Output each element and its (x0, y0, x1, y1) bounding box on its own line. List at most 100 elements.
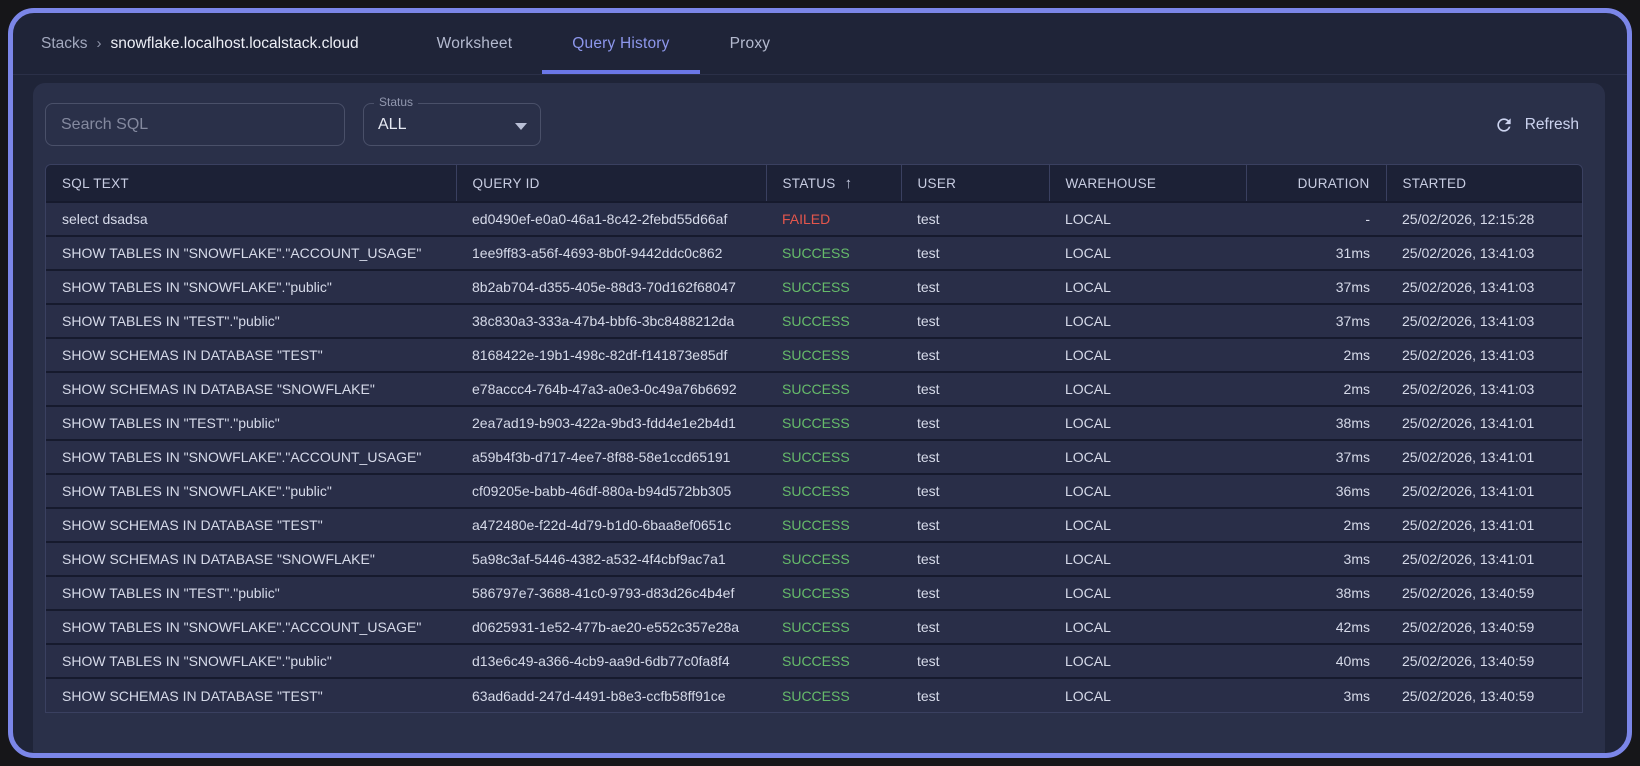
breadcrumb-current-stack: snowflake.localhost.localstack.cloud (110, 34, 359, 52)
refresh-button-label: Refresh (1524, 115, 1579, 133)
cell-sql: SHOW TABLES IN "TEST"."public" (62, 313, 280, 329)
cell-duration: 42ms (1335, 619, 1370, 635)
cell-warehouse: LOCAL (1065, 211, 1111, 227)
cell-query_id: 63ad6add-247d-4491-b8e3-ccfb58ff91ce (472, 687, 726, 704)
cell-user: test (917, 279, 940, 295)
cell-user: test (917, 687, 940, 704)
cell-user: test (917, 211, 940, 227)
tab-proxy[interactable]: Proxy (700, 13, 801, 74)
table-row[interactable]: SHOW TABLES IN "TEST"."public" 2ea7ad19-b… (46, 406, 1582, 440)
cell-user: test (917, 347, 940, 363)
cell-warehouse: LOCAL (1065, 653, 1111, 669)
cell-query_id: 586797e7-3688-41c0-9793-d83d26c4b4ef (472, 585, 735, 601)
cell-status: SUCCESS (782, 517, 850, 533)
column-header-duration: DURATION (1245, 165, 1386, 202)
table-row[interactable]: SHOW TABLES IN "SNOWFLAKE"."ACCOUNT_USAG… (46, 610, 1582, 644)
cell-status: SUCCESS (782, 415, 850, 431)
cell-user: test (917, 585, 940, 601)
cell-sql: SHOW TABLES IN "SNOWFLAKE"."public" (62, 653, 332, 669)
cell-query_id: d13e6c49-a366-4cb9-aa9d-6db77c0fa8f4 (472, 653, 730, 669)
table-row[interactable]: SHOW TABLES IN "TEST"."public" 586797e7-3… (46, 576, 1582, 610)
cell-status: FAILED (782, 211, 831, 227)
tab-label: Proxy (729, 34, 771, 52)
cell-duration: 37ms (1335, 279, 1370, 295)
cell-duration: 36ms (1335, 483, 1370, 499)
cell-warehouse: LOCAL (1065, 449, 1111, 465)
cell-started: 25/02/2026, 13:41:01 (1402, 483, 1535, 499)
query-history-table: SQL TEXT QUERY ID STATUS ↑ USER WAREHOUSE DURA… (45, 164, 1583, 713)
cell-warehouse: LOCAL (1065, 585, 1111, 601)
table-row[interactable]: SHOW TABLES IN "TEST"."public" 38c830a3-3… (46, 304, 1582, 338)
cell-sql: select dsadsa (62, 211, 148, 227)
cell-started: 25/02/2026, 13:41:03 (1402, 279, 1535, 295)
cell-query_id: e78accc4-764b-47a3-a0e3-0c49a76b6692 (472, 381, 737, 397)
cell-warehouse: LOCAL (1065, 483, 1111, 499)
breadcrumb-stacks-link[interactable]: Stacks (41, 35, 88, 53)
column-header-started: STARTED (1385, 165, 1582, 202)
cell-status: SUCCESS (782, 245, 850, 261)
column-header-label: WAREHOUSE (1065, 175, 1157, 191)
column-header-user: USER (900, 165, 1049, 202)
table-row[interactable]: SHOW SCHEMAS IN DATABASE "TEST" 8168422e-… (46, 338, 1582, 372)
tab-bar: Worksheet Query History Proxy (407, 13, 801, 74)
cell-warehouse: LOCAL (1065, 619, 1111, 635)
status-filter-value: ALL (378, 115, 407, 133)
cell-started: 25/02/2026, 13:40:59 (1402, 619, 1535, 635)
cell-sql: SHOW TABLES IN "SNOWFLAKE"."public" (62, 279, 332, 295)
status-filter-select[interactable]: Status ALL (363, 95, 541, 146)
cell-duration: 2ms (1343, 517, 1370, 533)
cell-started: 25/02/2026, 13:41:03 (1402, 313, 1535, 329)
cell-status: SUCCESS (782, 449, 850, 465)
cell-query_id: d0625931-1e52-477b-ae20-e552c357e28a (472, 619, 740, 635)
table-row[interactable]: SHOW SCHEMAS IN DATABASE "SNOWFLAKE" 5a98… (46, 542, 1582, 576)
table-row[interactable]: SHOW TABLES IN "SNOWFLAKE"."public" d13e6… (46, 644, 1582, 678)
table-row[interactable]: SHOW SCHEMAS IN DATABASE "TEST" a472480e-… (46, 508, 1582, 542)
cell-query_id: a472480e-f22d-4d79-b1d0-6baa8ef0651c (472, 517, 732, 533)
cell-status: SUCCESS (782, 653, 850, 669)
cell-user: test (917, 483, 940, 499)
cell-user: test (917, 449, 940, 465)
refresh-button[interactable]: Refresh (1490, 109, 1583, 141)
cell-warehouse: LOCAL (1065, 517, 1111, 533)
cell-user: test (917, 653, 940, 669)
cell-status: SUCCESS (782, 279, 850, 295)
cell-started: 25/02/2026, 13:41:01 (1402, 551, 1535, 567)
table-row[interactable]: SHOW TABLES IN "SNOWFLAKE"."public" cf092… (46, 474, 1582, 508)
cell-duration: 37ms (1335, 449, 1370, 465)
table-row[interactable]: SHOW TABLES IN "SNOWFLAKE"."ACCOUNT_USAG… (46, 440, 1582, 474)
top-bar: Stacks › snowflake.localhost.localstack.… (13, 13, 1627, 75)
active-tab-indicator (542, 70, 700, 74)
cell-started: 25/02/2026, 13:40:59 (1402, 687, 1535, 704)
table-row[interactable]: SHOW SCHEMAS IN DATABASE "TEST" 63ad6add-… (46, 678, 1582, 712)
cell-warehouse: LOCAL (1065, 313, 1111, 329)
column-header-label: STARTED (1402, 175, 1467, 191)
toolbar: Status ALL Refresh (33, 83, 1605, 164)
column-header-query_id: QUERY ID (455, 165, 766, 202)
cell-status: SUCCESS (782, 313, 850, 329)
column-header-label: QUERY ID (472, 175, 540, 191)
cell-sql: SHOW TABLES IN "SNOWFLAKE"."ACCOUNT_USAG… (62, 619, 422, 635)
query-history-panel: Status ALL Refresh SQL TEXT QUERY ID STATU… (33, 83, 1605, 753)
cell-warehouse: LOCAL (1065, 415, 1111, 431)
tab-query-history[interactable]: Query History (542, 13, 700, 74)
column-header-status[interactable]: STATUS ↑ (765, 165, 901, 202)
cell-duration: - (1365, 211, 1370, 227)
search-sql-input[interactable] (45, 103, 345, 146)
cell-query_id: 8b2ab704-d355-405e-88d3-70d162f68047 (472, 279, 736, 295)
cell-user: test (917, 619, 940, 635)
cell-user: test (917, 381, 940, 397)
table-row[interactable]: SHOW TABLES IN "SNOWFLAKE"."public" 8b2ab… (46, 270, 1582, 304)
cell-query_id: 8168422e-19b1-498c-82df-f141873e85df (472, 347, 728, 363)
cell-query_id: 38c830a3-333a-47b4-bbf6-3bc8488212da (472, 313, 735, 329)
cell-duration: 38ms (1335, 585, 1370, 601)
table-row[interactable]: SHOW SCHEMAS IN DATABASE "SNOWFLAKE" e78a… (46, 372, 1582, 406)
cell-status: SUCCESS (782, 687, 850, 704)
cell-duration: 31ms (1335, 245, 1370, 261)
table-row[interactable]: select dsadsa ed0490ef-e0a0-46a1-8c42-2fe… (46, 202, 1582, 236)
cell-sql: SHOW SCHEMAS IN DATABASE "TEST" (62, 517, 323, 533)
column-header-warehouse: WAREHOUSE (1048, 165, 1246, 202)
table-row[interactable]: SHOW TABLES IN "SNOWFLAKE"."ACCOUNT_USAG… (46, 236, 1582, 270)
tab-worksheet[interactable]: Worksheet (407, 13, 543, 74)
cell-duration: 2ms (1343, 381, 1370, 397)
cell-query_id: a59b4f3b-d717-4ee7-8f88-58e1ccd65191 (472, 449, 731, 465)
